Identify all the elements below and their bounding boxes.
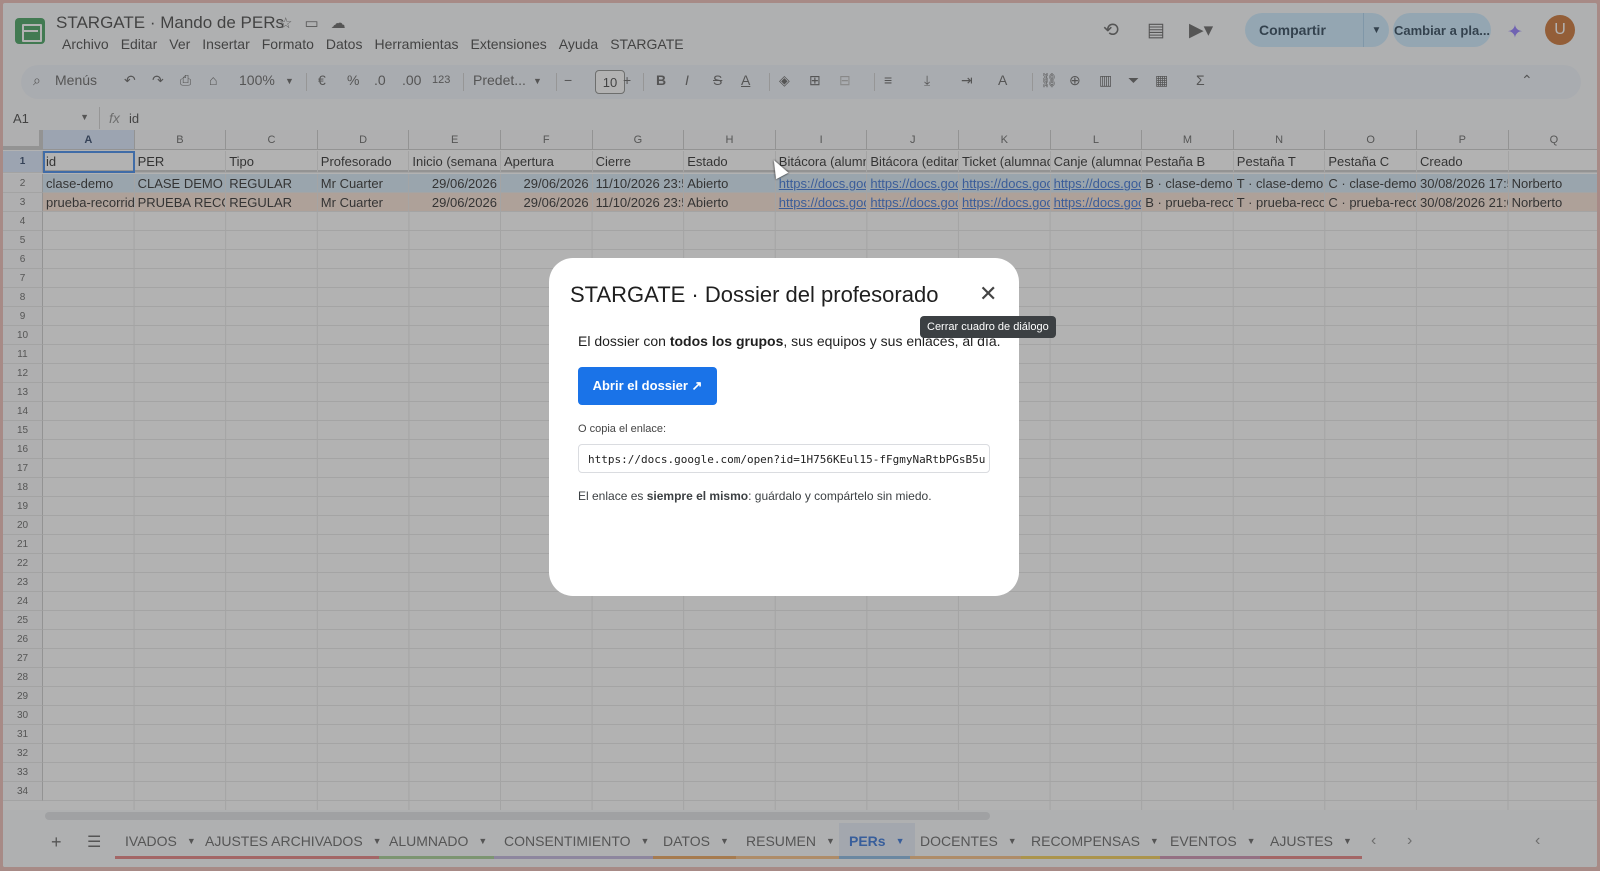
close-tooltip: Cerrar cuadro de diálogo — [920, 316, 1056, 338]
dialog-title: STARGATE · Dossier del profesorado — [570, 282, 939, 307]
dossier-link-field[interactable]: https://docs.google.com/open?id=1H756KEu… — [578, 444, 990, 473]
dialog-note: El enlace es siempre el mismo: guárdalo … — [578, 489, 932, 503]
dossier-dialog: STARGATE · Dossier del profesorado ✕ El … — [549, 258, 1019, 596]
modal-overlay: STARGATE · Dossier del profesorado ✕ El … — [0, 0, 1600, 871]
mouse-cursor-icon — [767, 156, 789, 180]
open-dossier-button[interactable]: Abrir el dossier ↗ — [578, 367, 717, 405]
close-icon[interactable]: ✕ — [979, 283, 997, 305]
copy-link-label: O copia el enlace: — [578, 423, 667, 435]
